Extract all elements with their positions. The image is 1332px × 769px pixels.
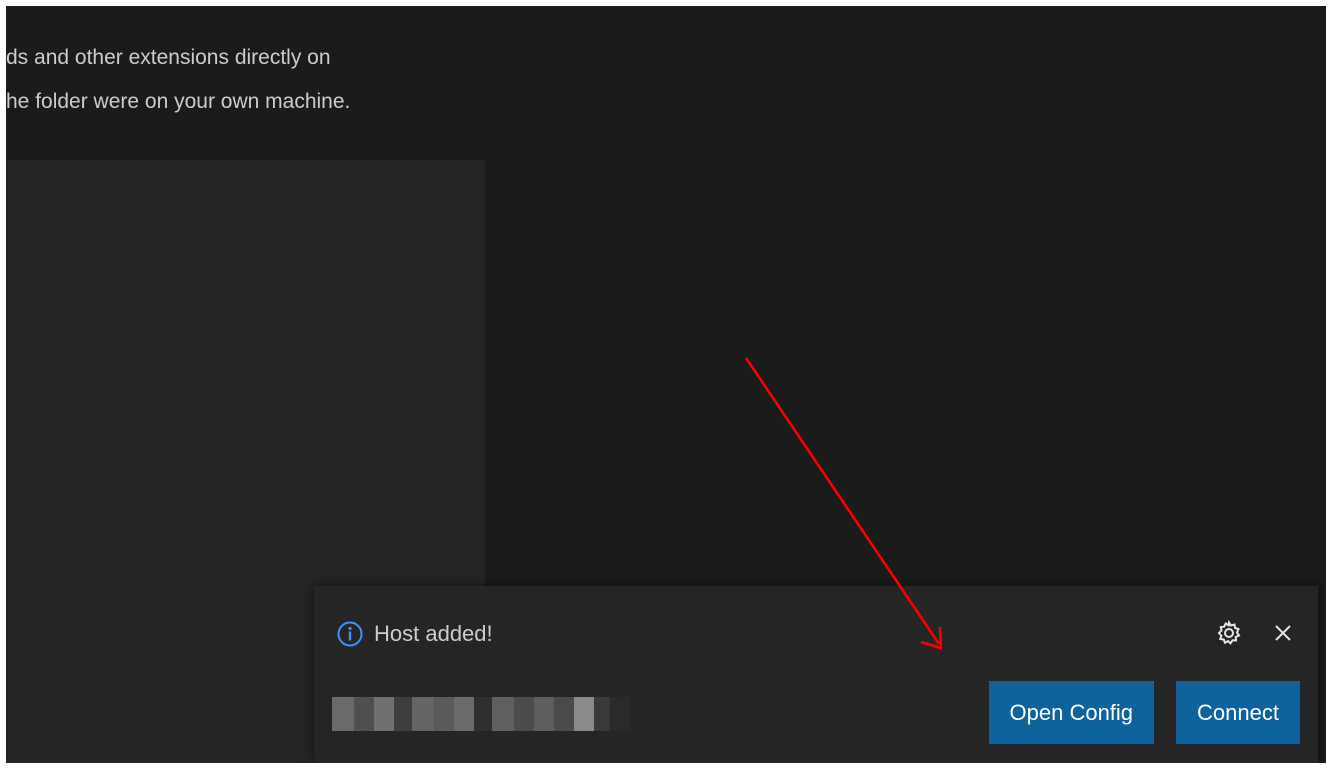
redacted-pixel-block	[534, 697, 554, 731]
redacted-pixel-block	[514, 697, 534, 731]
walkthrough-line-1: ds and other extensions directly on	[6, 46, 331, 69]
close-icon[interactable]	[1266, 616, 1300, 650]
notification-actions: Open Config Connect	[988, 681, 1300, 744]
redacted-pixel-block	[412, 697, 434, 731]
redacted-pixel-block	[354, 697, 374, 731]
walkthrough-line-2: he folder were on your own machine.	[6, 90, 351, 113]
info-icon	[336, 620, 364, 648]
editor-area: ds and other extensions directly on he f…	[6, 6, 1326, 763]
notification-message: Host added!	[374, 621, 493, 646]
redacted-pixel-block	[332, 697, 354, 731]
redacted-pixel-block	[594, 697, 610, 731]
walkthrough-description: ds and other extensions directly on he f…	[6, 36, 350, 124]
open-config-button[interactable]: Open Config	[988, 681, 1155, 744]
notification-toolbar	[1212, 616, 1300, 650]
redacted-pixel-block	[610, 697, 630, 731]
screenshot-canvas: ds and other extensions directly on he f…	[0, 0, 1332, 769]
gear-icon[interactable]	[1212, 616, 1246, 650]
redacted-pixel-block	[434, 697, 454, 731]
redacted-pixel-block	[454, 697, 474, 731]
notification-header: Host added!	[336, 614, 493, 654]
redacted-pixel-block	[394, 697, 412, 731]
redacted-pixel-block	[474, 697, 492, 731]
connect-button[interactable]: Connect	[1176, 681, 1300, 744]
notification-source-redacted	[332, 696, 630, 732]
notification-toast: Host added! Open Config Connect	[314, 586, 1318, 763]
redacted-pixel-block	[492, 697, 514, 731]
redacted-pixel-block	[374, 697, 394, 731]
redacted-pixel-block	[574, 697, 594, 731]
redacted-pixel-block	[554, 697, 574, 731]
